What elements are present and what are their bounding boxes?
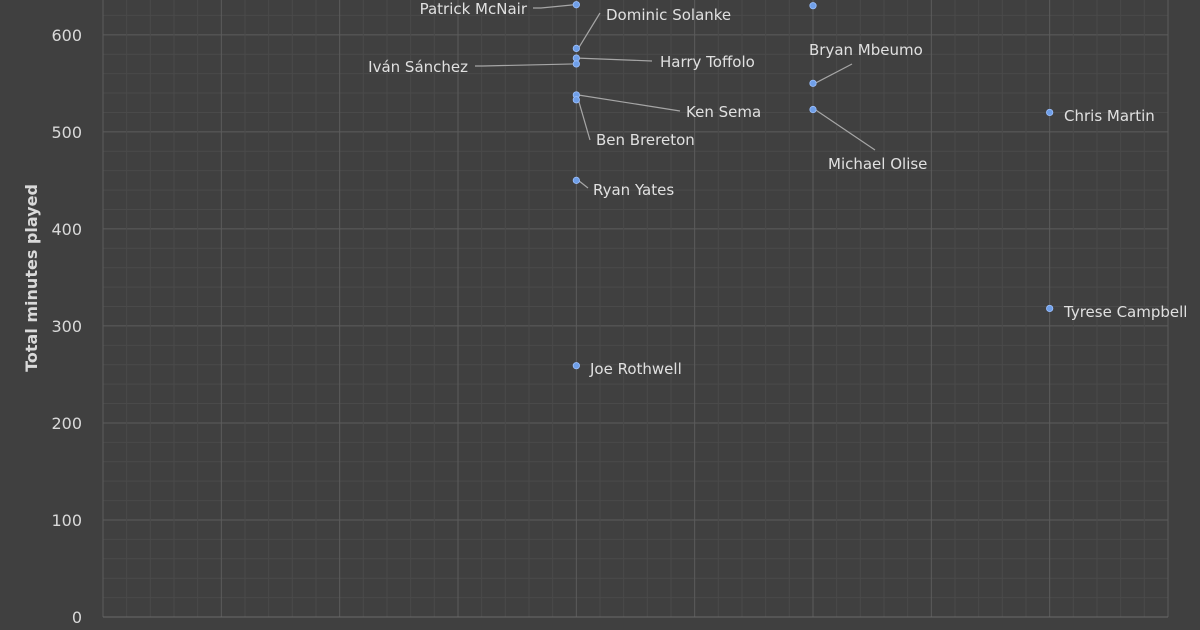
data-point: [809, 79, 817, 87]
y-tick-label: 400: [51, 220, 82, 239]
data-point: [809, 2, 817, 10]
leader-line: [533, 4, 575, 9]
leader-line: [578, 57, 653, 62]
y-tick-label: 100: [51, 511, 82, 530]
data-point: [572, 362, 580, 370]
point-label: Chris Martin: [1064, 107, 1155, 125]
data-point: [1046, 304, 1054, 313]
leader-line: [475, 63, 575, 67]
point-label: Joe Rothwell: [589, 360, 682, 378]
grid-lines: [102, 0, 1169, 618]
leader-lines: [475, 4, 876, 189]
data-point: [572, 60, 580, 68]
point-label: Michael Olise: [828, 155, 927, 173]
leader-line: [577, 99, 591, 141]
y-tick-label: 500: [51, 123, 82, 142]
point-label: Bryan Mbeumo: [809, 41, 923, 59]
data-point: [572, 96, 580, 104]
leader-line: [578, 94, 681, 112]
y-tick-label: 300: [51, 317, 82, 336]
leader-line: [577, 12, 601, 49]
data-point: [572, 44, 580, 52]
point-label: Ryan Yates: [593, 181, 674, 199]
scatter-chart: 0 100 200 300 400 500 600 Total minutes played…: [22, 0, 1187, 627]
y-tick-label: 0: [72, 608, 82, 627]
data-point: [572, 1, 580, 9]
data-point: [809, 105, 817, 114]
point-label: Patrick McNair: [420, 0, 528, 18]
point-label: Iván Sánchez: [368, 58, 468, 76]
point-label: Ken Sema: [686, 103, 761, 121]
point-label: Ben Brereton: [596, 131, 695, 149]
y-tick-label: 200: [51, 414, 82, 433]
leader-line: [814, 109, 876, 151]
point-label: Harry Toffolo: [660, 53, 755, 71]
leader-line: [577, 179, 589, 189]
y-tick-label: 600: [51, 26, 82, 45]
point-label: Tyrese Campbell: [1063, 303, 1187, 321]
y-axis-ticks: 0 100 200 300 400 500 600: [51, 26, 82, 627]
point-labels: Patrick McNair Dominic Solanke Harry Toffo…: [368, 0, 1187, 378]
point-label: Dominic Solanke: [606, 6, 731, 24]
y-axis-label: Total minutes played: [22, 184, 41, 372]
data-point: [572, 176, 580, 184]
data-point: [1046, 108, 1054, 117]
